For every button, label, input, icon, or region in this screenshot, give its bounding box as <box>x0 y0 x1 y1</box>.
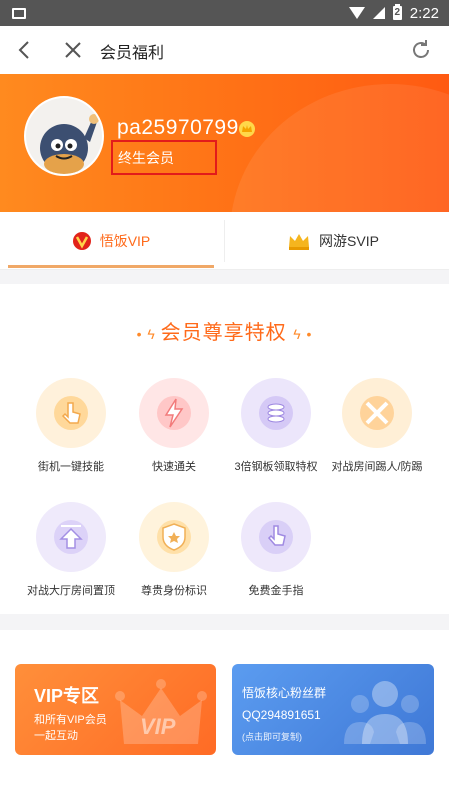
membership-tabs: 悟饭VIP 网游SVIP <box>0 212 449 270</box>
refresh-icon[interactable] <box>409 38 433 62</box>
copy-hint: (点击即可复制) <box>242 732 302 742</box>
page-title: 会员福利 <box>100 45 165 62</box>
title-decoration-left: • ϟ <box>136 326 161 342</box>
privileges-title: • ϟ 会员尊享特权 ϟ • <box>0 316 449 345</box>
profile-header: pa25970799 <box>0 74 449 212</box>
community-section: VIP VIP专区 和所有VIP会员 一起互动 悟饭核心粉丝群 QQ294891… <box>0 630 449 800</box>
notification-icon <box>12 8 26 19</box>
privilege-label: 街机一键技能 <box>38 461 104 473</box>
privileges-title-text: 会员尊享特权 <box>160 322 287 344</box>
lightning-icon <box>157 396 191 430</box>
avatar-image <box>26 98 102 174</box>
privilege-label: 对战大厅房间置顶 <box>27 585 115 597</box>
vip-zone-desc-line1: 和所有VIP会员 <box>34 714 107 726</box>
privilege-label: 快速通关 <box>152 461 196 473</box>
swords-icon <box>360 396 394 430</box>
privilege-label: 免费金手指 <box>248 585 304 597</box>
privilege-item[interactable]: 对战房间踢人/防踢 <box>327 378 427 474</box>
tab-online-svip[interactable]: 网游SVIP <box>226 212 440 270</box>
vip-zone-description: 和所有VIP会员 一起互动 <box>34 712 107 744</box>
member-status: 终生会员 <box>118 150 174 166</box>
people-group-icon <box>344 681 426 744</box>
privilege-item[interactable]: 街机一键技能 <box>21 378 121 474</box>
vip-zone-card[interactable]: VIP VIP专区 和所有VIP会员 一起互动 <box>15 664 216 755</box>
privileges-section: • ϟ 会员尊享特权 ϟ • 街机一键技能 快速通关 3倍钢板领取特权 对战房间… <box>0 284 449 614</box>
tab-label: 网游SVIP <box>319 233 379 249</box>
privilege-icon-circle <box>241 502 311 572</box>
battery-level: 2 <box>394 7 401 18</box>
vip-badge-icon <box>72 232 91 250</box>
title-decoration-right: ϟ • <box>293 326 313 342</box>
arrow-up-icon <box>54 520 88 554</box>
battery-icon: 2 <box>392 4 402 20</box>
header-decoration <box>230 84 449 212</box>
privilege-icon-circle <box>36 378 106 448</box>
privilege-icon-circle <box>342 378 412 448</box>
wifi-icon <box>348 7 365 19</box>
tab-divider <box>224 220 225 262</box>
privilege-item[interactable]: 免费金手指 <box>226 502 326 598</box>
tab-label: 悟饭VIP <box>99 233 151 249</box>
tap-icon <box>54 396 88 430</box>
privilege-item[interactable]: 快速通关 <box>124 378 224 474</box>
close-icon[interactable] <box>62 39 84 61</box>
active-tab-indicator <box>8 265 214 268</box>
avatar[interactable] <box>24 96 104 176</box>
status-bar: 2 2:22 <box>0 0 449 26</box>
fan-group-card[interactable]: 悟饭核心粉丝群 QQ294891651 (点击即可复制) <box>232 664 434 755</box>
privilege-icon-circle <box>36 502 106 572</box>
username: pa25970799 <box>117 116 239 139</box>
fan-group-title: 悟饭核心粉丝群 <box>242 686 327 700</box>
privilege-label: 尊贵身份标识 <box>141 585 207 597</box>
vip-zone-desc-line2: 一起互动 <box>34 730 78 742</box>
privilege-icon-circle <box>139 378 209 448</box>
crown-badge-icon <box>239 121 255 137</box>
privilege-label: 对战房间踢人/防踢 <box>331 461 423 473</box>
privilege-item[interactable]: 尊贵身份标识 <box>124 502 224 598</box>
crown-watermark-icon <box>115 679 207 744</box>
tab-wufan-vip[interactable]: 悟饭VIP <box>8 212 214 270</box>
clock: 2:22 <box>409 4 439 22</box>
privilege-item[interactable]: 3倍钢板领取特权 <box>226 378 326 474</box>
crown-icon <box>289 234 310 250</box>
privilege-label: 3倍钢板领取特权 <box>234 461 318 473</box>
privilege-item[interactable]: 对战大厅房间置顶 <box>21 502 121 598</box>
status-icons: 2 2:22 <box>348 0 439 26</box>
shield-star-icon <box>157 520 191 554</box>
privilege-icon-circle <box>241 378 311 448</box>
pointer-icon <box>259 520 293 554</box>
fan-group-qq[interactable]: QQ294891651 <box>242 708 321 722</box>
privilege-icon-circle <box>139 502 209 572</box>
coins-icon <box>259 396 293 430</box>
vip-zone-title: VIP专区 <box>34 686 100 706</box>
nav-bar: 会员福利 <box>0 26 449 74</box>
vip-watermark-text: VIP <box>140 714 176 739</box>
signal-icon <box>372 7 385 19</box>
back-arrow-icon[interactable] <box>14 39 36 61</box>
